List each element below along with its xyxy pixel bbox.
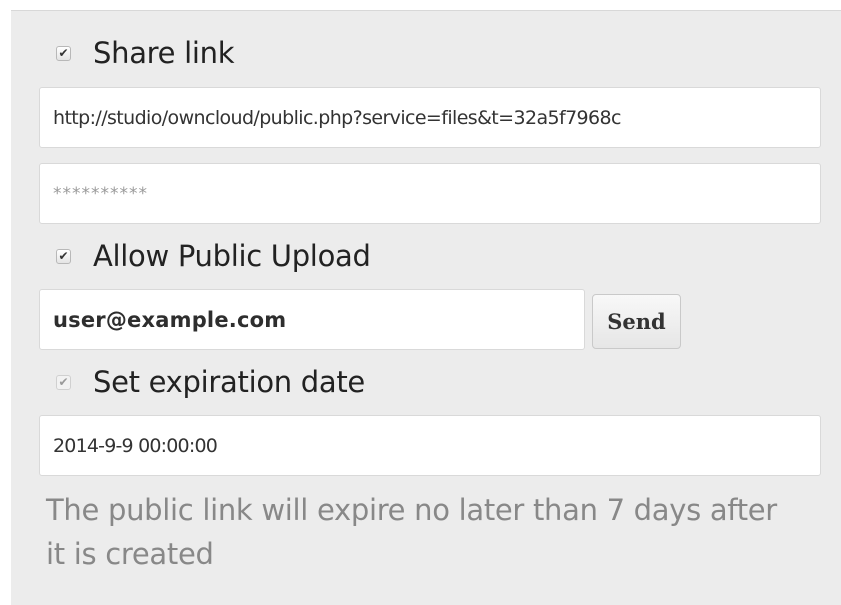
expiration-checkbox: ✔ — [56, 374, 71, 390]
allow-upload-row[interactable]: ✔ Allow Public Upload — [44, 236, 371, 276]
link-url-field[interactable]: http://studio/owncloud/public.php?servic… — [39, 87, 821, 148]
expiration-row: ✔ Set expiration date — [44, 362, 365, 402]
expiration-date-field[interactable]: 2014-9-9 00:00:00 — [39, 415, 821, 476]
share-link-label: Share link — [93, 36, 235, 70]
checkmark-icon: ✔ — [58, 375, 69, 389]
email-field[interactable]: user@example.com — [39, 289, 585, 350]
expiration-note: The public link will expire no later tha… — [46, 493, 777, 571]
checkmark-icon: ✔ — [58, 249, 69, 263]
allow-upload-checkbox[interactable]: ✔ — [56, 248, 71, 264]
allow-upload-label: Allow Public Upload — [93, 239, 371, 273]
share-link-row[interactable]: ✔ Share link — [44, 33, 235, 73]
checkmark-icon: ✔ — [58, 46, 69, 60]
send-button[interactable]: Send — [592, 294, 681, 349]
password-field[interactable]: ********** — [39, 163, 821, 224]
expiration-label: Set expiration date — [93, 365, 365, 399]
share-link-checkbox[interactable]: ✔ — [56, 45, 71, 61]
